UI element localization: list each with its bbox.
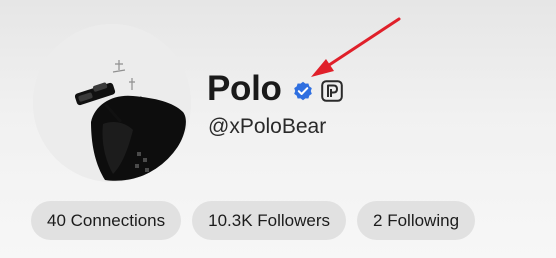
verified-check-icon[interactable] xyxy=(293,81,313,101)
connections-button[interactable]: 40 Connections xyxy=(31,201,182,240)
followers-button[interactable]: 10.3K Followers xyxy=(192,201,347,240)
profile-stats: 40 Connections 10.3K Followers 2 Followi… xyxy=(31,201,476,240)
avatar[interactable] xyxy=(33,24,191,182)
p-logo-icon[interactable] xyxy=(320,80,343,102)
following-button[interactable]: 2 Following xyxy=(357,201,476,240)
user-handle: @xPoloBear xyxy=(208,115,327,138)
display-name: Polo xyxy=(207,69,282,108)
avatar-image xyxy=(33,24,191,182)
profile-name-row: Polo xyxy=(207,66,343,112)
